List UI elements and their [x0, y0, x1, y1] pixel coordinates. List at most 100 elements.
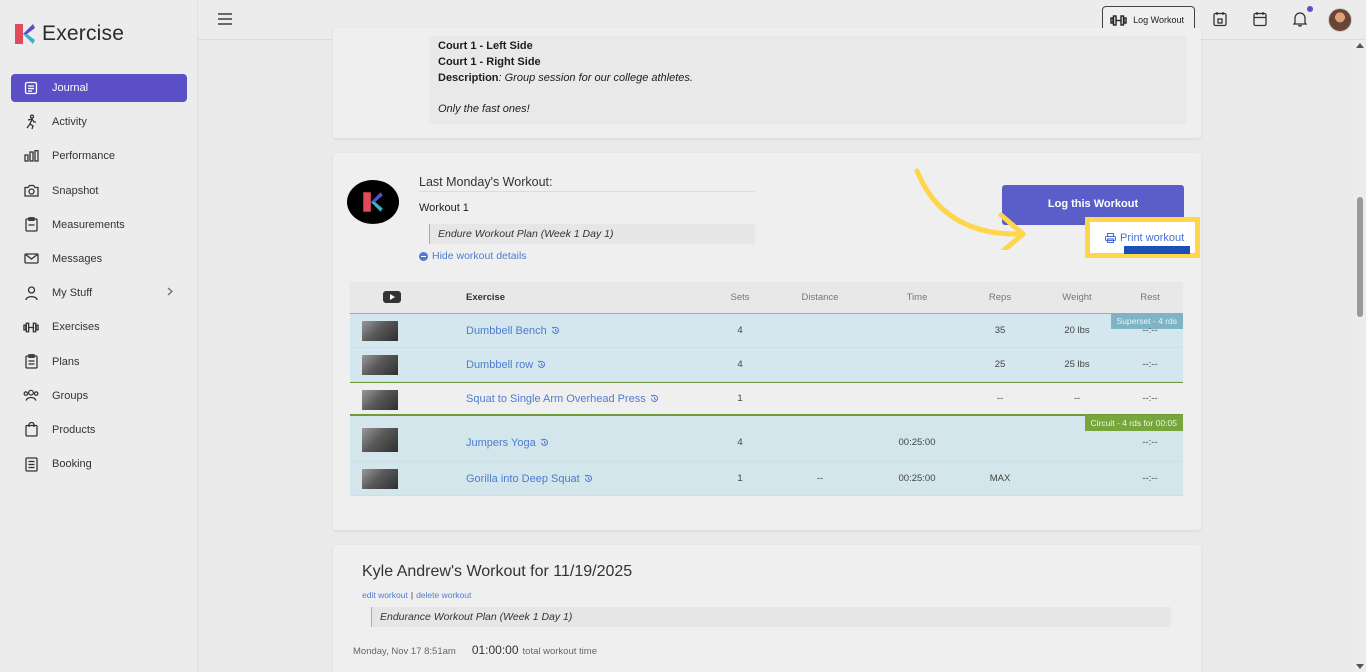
rest-cell: --:--	[1142, 473, 1158, 484]
header-time: Time	[906, 292, 928, 303]
header-rest: Rest	[1140, 292, 1160, 303]
obscured-button[interactable]	[1124, 246, 1190, 254]
exercise-name: Dumbbell row	[466, 358, 534, 371]
kyle-plan-name: Endurance Workout Plan (Week 1 Day 1)	[371, 607, 1171, 627]
minus-circle-icon	[419, 251, 428, 261]
scroll-down-arrow-icon[interactable]	[1356, 664, 1364, 669]
sidebar-item-messages[interactable]: Messages	[11, 245, 187, 273]
location-line-2: Court 1 - Right Side	[438, 55, 541, 68]
history-icon	[584, 474, 592, 482]
exercise-thumbnail[interactable]	[362, 355, 398, 375]
printer-icon	[1105, 233, 1116, 243]
sidebar-item-booking[interactable]: Booking	[11, 450, 187, 478]
rest-cell: --:--	[1142, 393, 1158, 404]
workout-actions: edit workout | delete workout	[362, 590, 471, 600]
exercise-thumbnail[interactable]	[362, 469, 398, 489]
running-icon	[23, 114, 39, 130]
exercise-link[interactable]: Dumbbell row	[466, 348, 546, 381]
calendar-icon[interactable]	[1253, 11, 1267, 32]
header-distance: Distance	[801, 292, 839, 303]
journal-icon	[23, 80, 39, 96]
table-row: Superset - 4 rds Dumbbell Bench 4 35 20 …	[350, 313, 1183, 348]
sets-cell: 1	[737, 473, 743, 484]
youtube-icon	[383, 291, 401, 306]
sidebar-item-label: Plans	[52, 355, 80, 368]
log-workout-label: Log Workout	[1133, 15, 1184, 25]
sidebar-item-groups[interactable]: Groups	[11, 382, 187, 410]
hide-details-label: Hide workout details	[432, 250, 527, 262]
users-icon	[23, 388, 39, 404]
dumbbell-icon	[1110, 14, 1127, 26]
sidebar-item-measurements[interactable]: Measurements	[11, 211, 187, 239]
sidebar-item-label: Exercises	[52, 321, 100, 334]
bar-chart-icon	[23, 148, 39, 164]
workout-name: Workout 1	[419, 202, 469, 214]
workout-notes: Court 1 - Left Side Court 1 - Right Side…	[429, 36, 1186, 124]
kyle-workout-title: Kyle Andrew's Workout for 11/19/2025	[362, 563, 633, 580]
weight-cell: --	[1073, 393, 1081, 404]
sidebar-item-exercises[interactable]: Exercises	[11, 313, 187, 341]
header-weight: Weight	[1062, 292, 1092, 303]
exercise-name: Dumbbell Bench	[466, 324, 547, 337]
print-workout-label: Print workout	[1120, 232, 1185, 244]
sidebar-item-label: Messages	[52, 252, 103, 265]
weight-cell: 25 lbs	[1064, 359, 1090, 370]
exercise-thumbnail[interactable]	[362, 428, 398, 452]
reps-cell: 25	[994, 359, 1006, 370]
kyle-workout-card: Kyle Andrew's Workout for 11/19/2025 edi…	[333, 545, 1201, 672]
sidebar-item-journal[interactable]: Journal	[11, 74, 187, 102]
description-label: Description	[438, 71, 499, 84]
sidebar-item-label: Measurements	[52, 218, 125, 231]
exercise-link[interactable]: Jumpers Yoga	[466, 420, 549, 465]
exercise-link[interactable]: Squat to Single Arm Overhead Press	[466, 383, 659, 414]
exercise-thumbnail[interactable]	[362, 390, 398, 410]
chevron-right-icon	[167, 287, 173, 299]
exercise-logo-icon	[15, 24, 35, 44]
sidebar-item-products[interactable]: Products	[11, 416, 187, 444]
scroll-thumb[interactable]	[1357, 197, 1363, 317]
brand[interactable]: Exercise	[13, 22, 124, 46]
table-header: Exercise Sets Distance Time Reps Weight …	[350, 282, 1183, 314]
log-this-label: Log this Workout	[1047, 198, 1139, 210]
location-line-1: Court 1 - Left Side	[438, 40, 533, 52]
header-exercise: Exercise	[466, 292, 506, 303]
calendar-day-icon[interactable]	[1213, 11, 1227, 32]
dumbbell-icon	[23, 319, 39, 335]
page-scrollbar[interactable]	[1353, 40, 1366, 672]
sidebar-item-performance[interactable]: Performance	[11, 142, 187, 170]
sidebar-item-label: Groups	[52, 389, 89, 402]
sidebar-item-snapshot[interactable]: Snapshot	[11, 177, 187, 205]
scroll-up-arrow-icon[interactable]	[1356, 43, 1364, 48]
print-workout-highlight: Print workout	[1085, 217, 1200, 258]
exercise-name: Jumpers Yoga	[466, 436, 536, 449]
bell-icon[interactable]	[1292, 11, 1308, 32]
last-workout-card: Last Monday's Workout: Workout 1 Endure …	[333, 153, 1201, 530]
sets-cell: 4	[737, 359, 743, 370]
sidebar-item-plans[interactable]: Plans	[11, 348, 187, 376]
exercise-logo-icon	[363, 192, 383, 212]
exercise-name: Squat to Single Arm Overhead Press	[466, 392, 646, 405]
hide-workout-details-link[interactable]: Hide workout details	[419, 250, 527, 262]
exercise-link[interactable]: Gorilla into Deep Squat	[466, 462, 593, 495]
print-workout-link[interactable]: Print workout	[1105, 232, 1184, 244]
history-icon	[540, 438, 548, 446]
history-icon	[551, 326, 559, 334]
history-icon	[650, 394, 658, 402]
sidebar-item-label: Products	[52, 423, 96, 436]
shopping-bag-icon	[23, 422, 39, 438]
exercise-link[interactable]: Dumbbell Bench	[466, 314, 560, 347]
sidebar-item-activity[interactable]: Activity	[11, 108, 187, 136]
booking-icon	[23, 456, 39, 472]
plan-name: Endure Workout Plan (Week 1 Day 1)	[429, 224, 755, 244]
divider	[419, 191, 755, 192]
sets-cell: 1	[737, 393, 743, 404]
edit-workout-link[interactable]: edit workout	[362, 590, 408, 600]
exercise-thumbnail[interactable]	[362, 321, 398, 341]
time-cell: 00:25:00	[898, 437, 936, 448]
rest-cell: --:--	[1142, 359, 1158, 370]
sidebar-item-my-stuff[interactable]: My Stuff	[11, 279, 187, 307]
hamburger-menu-icon[interactable]	[218, 12, 232, 30]
note-text: Only the fast ones!	[438, 103, 530, 116]
user-avatar[interactable]	[1328, 8, 1352, 32]
delete-workout-link[interactable]: delete workout	[416, 590, 471, 600]
